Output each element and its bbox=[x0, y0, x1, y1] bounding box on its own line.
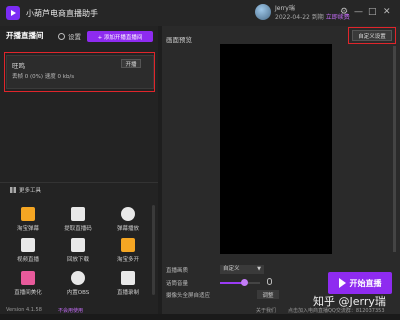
preview-title: 画面预览 bbox=[166, 36, 192, 44]
close-button[interactable]: ✕ bbox=[383, 6, 391, 18]
expire-info: 2022-04-22 到期 立即续费 bbox=[275, 12, 350, 21]
tool-label: 直播录制 bbox=[116, 290, 139, 296]
preview-canvas bbox=[220, 44, 332, 254]
start-live-button[interactable]: 开始直播 bbox=[328, 272, 392, 294]
adjust-button[interactable]: 调整 bbox=[257, 290, 279, 299]
feedback-link[interactable]: 不会用使用 bbox=[58, 307, 83, 314]
about-link[interactable]: 关于我们 bbox=[256, 307, 276, 314]
app-title: 小葫芦电商直播助手 bbox=[26, 8, 98, 18]
play-icon bbox=[338, 278, 346, 288]
tool-label: 内置OBS bbox=[66, 290, 90, 296]
version-text: Version 4.1.58 bbox=[6, 307, 42, 313]
chevron-down-icon: ▼ bbox=[257, 266, 261, 272]
tool-taobao-multi[interactable]: 淘宝多开 bbox=[106, 238, 150, 263]
expire-date: 2022-04-22 到期 bbox=[275, 14, 324, 21]
app-window: 小葫芦电商直播助手 Jerry瑞 2022-04-22 到期 立即续费 ⚙ — □… bbox=[0, 0, 400, 320]
preview-scrollbar[interactable] bbox=[393, 46, 396, 252]
tool-label: 回放下载 bbox=[66, 257, 89, 263]
status-bar bbox=[0, 314, 400, 320]
grid-icon bbox=[10, 187, 16, 193]
tool-taobao-danmu[interactable]: 淘宝弹幕 bbox=[6, 207, 50, 232]
upload-icon bbox=[71, 207, 85, 221]
tool-danmu-play[interactable]: 弹幕播放 bbox=[106, 207, 150, 232]
tool-label: 提取直播码 bbox=[64, 226, 92, 232]
tools-scrollbar[interactable] bbox=[152, 205, 155, 295]
tool-label: 淘宝弹幕 bbox=[16, 226, 39, 232]
tool-label: 淘宝多开 bbox=[116, 257, 139, 263]
highlight-frame-custom bbox=[348, 27, 396, 44]
tool-video-live[interactable]: 视频直播 bbox=[6, 238, 50, 263]
tool-live-record[interactable]: 直播录制 bbox=[106, 271, 150, 296]
tool-label: 视频直播 bbox=[16, 257, 39, 263]
tool-extract-code[interactable]: 提取直播码 bbox=[56, 207, 100, 232]
obs-icon bbox=[71, 271, 85, 285]
maximize-button[interactable]: □ bbox=[368, 6, 377, 18]
taobao-icon bbox=[21, 207, 35, 221]
tool-builtin-obs[interactable]: 内置OBS bbox=[56, 271, 100, 296]
tool-room-beautify[interactable]: 直播间美化 bbox=[6, 271, 50, 296]
start-live-label: 开始直播 bbox=[349, 278, 382, 288]
tool-replay-download[interactable]: 回放下载 bbox=[56, 238, 100, 263]
add-live-room-button[interactable]: + 添加开播直播间 bbox=[87, 31, 153, 42]
beautify-icon bbox=[21, 271, 35, 285]
live-room-title: 开播直播间 bbox=[6, 31, 44, 40]
more-tools-label: 更多工具 bbox=[19, 188, 42, 194]
qq-group-link[interactable]: 点击加入电商直播QQ交流群：812037353 bbox=[288, 307, 385, 314]
download-icon bbox=[71, 238, 85, 252]
minimize-button[interactable]: — bbox=[354, 6, 363, 18]
avatar[interactable] bbox=[255, 4, 271, 20]
tool-label: 弹幕播放 bbox=[116, 226, 139, 232]
quality-value: 自定义 bbox=[223, 266, 240, 272]
volume-slider[interactable] bbox=[220, 279, 260, 286]
user-name: Jerry瑞 bbox=[275, 5, 295, 12]
taobao-multi-icon bbox=[121, 238, 135, 252]
gear-icon bbox=[58, 32, 65, 40]
quality-label: 直播画质 bbox=[166, 268, 189, 274]
volume-slider-knob[interactable] bbox=[240, 279, 248, 286]
divider bbox=[0, 182, 158, 183]
tool-label: 直播间美化 bbox=[14, 290, 42, 296]
settings-button[interactable]: 设置 bbox=[58, 31, 81, 41]
highlight-frame-room bbox=[4, 52, 155, 92]
chat-icon bbox=[121, 207, 135, 221]
volume-label: 话筒音量 bbox=[166, 281, 189, 287]
settings-icon[interactable]: ⚙ bbox=[340, 6, 348, 18]
more-tools-header: 更多工具 bbox=[10, 186, 41, 194]
quality-select[interactable]: 自定义 ▼ bbox=[220, 265, 264, 274]
settings-label: 设置 bbox=[68, 33, 81, 41]
camera-fit-label: 摄像头全屏自适应 bbox=[166, 293, 211, 299]
app-logo-icon bbox=[6, 6, 20, 20]
microphone-icon[interactable] bbox=[267, 278, 272, 285]
record-icon bbox=[121, 271, 135, 285]
film-icon bbox=[21, 238, 35, 252]
